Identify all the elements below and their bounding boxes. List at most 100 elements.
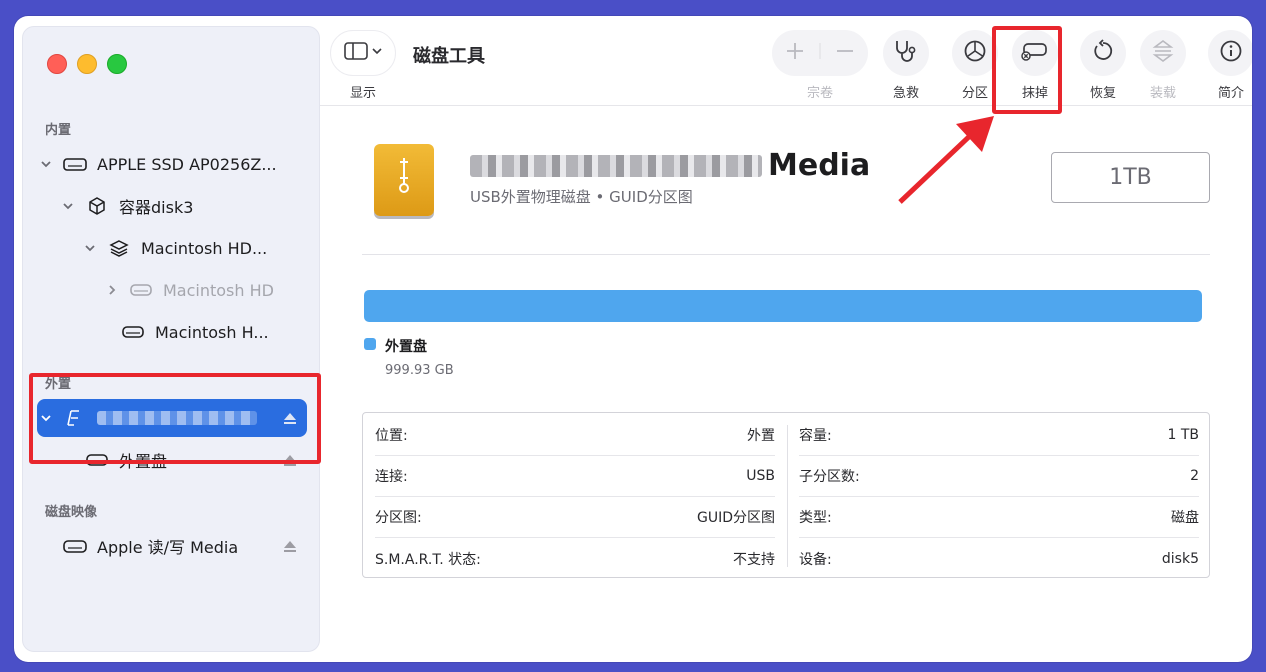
sidebar-item-macintosh-hd-data[interactable]: Macintosh H... [121,313,307,351]
toolbar-label: 分区 [961,86,988,101]
sidebar-item-label: Macintosh HD [163,280,274,300]
chevron-down-icon[interactable] [81,239,99,257]
sidebar-item-label: Macintosh H... [155,322,269,342]
info-value: USB [746,468,775,484]
container-icon [85,196,109,216]
app-title: 磁盘工具 [413,46,485,67]
toolbar-label: 抹掉 [1021,86,1048,101]
sidebar-item-macintosh-hd[interactable]: Macintosh HD [103,271,307,309]
erase-button[interactable] [1012,30,1058,76]
erase-disk-icon [1020,40,1050,66]
toolbar-label: 简介 [1217,86,1244,101]
info-value: disk5 [1161,550,1199,567]
divider [362,254,1210,255]
sidebar-item-container-disk3[interactable]: 容器disk3 [59,187,307,225]
info-value: GUID分区图 [696,510,775,526]
mount-icon [1151,38,1175,68]
stethoscope-icon [893,38,919,68]
eject-icon[interactable] [283,540,297,552]
layers-icon [107,238,131,258]
window-controls [47,54,127,74]
drive-title: Media [470,148,870,183]
legend-volume-size: 999.93 GB [385,363,454,378]
info-key: 子分区数: [799,469,860,485]
info-row: 设备: disk5 [799,538,1199,579]
section-disk-images: 磁盘映像 [45,505,98,520]
plus-minus-icon [785,41,855,65]
info-column-right: 容量: 1 TB 子分区数: 2 类型: 磁盘 设备: disk5 [787,413,1211,579]
info-value: 不支持 [733,551,775,568]
info-key: 连接: [375,469,408,485]
info-key: 位置: [375,428,408,444]
sidebar-item-label: Macintosh HD... [141,238,268,258]
info-key: 容量: [799,428,832,444]
restore-button[interactable] [1080,30,1126,76]
disk-icon [121,322,145,342]
disk-icon [129,280,153,300]
info-value: 2 [1190,468,1199,484]
sidebar-toggle-button[interactable] [330,30,396,76]
info-row: 分区图: GUID分区图 [375,497,775,538]
disk-utility-window: 内置 APPLE SSD AP0256Z... 容器disk3 Macintos… [14,16,1252,662]
disk-image-icon [63,536,87,556]
chevron-down-icon[interactable] [59,197,77,215]
drive-title-suffix: Media [768,148,871,183]
info-value: 外置 [747,428,775,444]
toolbar-label: 装载 [1149,86,1176,101]
internal-disk-icon [63,154,87,174]
sidebar-item-label: Apple 读/写 Media [97,538,239,557]
toolbar-label: 宗卷 [806,86,833,101]
info-row: 连接: USB [375,456,775,497]
sidebar-item-apple-rw-media[interactable]: Apple 读/写 Media [37,527,307,565]
sidebar-item-usb-disk-selected[interactable] [37,399,307,437]
usage-bar [364,290,1202,322]
maximize-window-button[interactable] [107,54,127,74]
sidebar-item-external-volume[interactable]: 外置盘 [59,441,307,479]
sidebar-icon [343,41,383,65]
chevron-right-icon[interactable] [103,281,121,299]
sidebar-item-apple-ssd[interactable]: APPLE SSD AP0256Z... [37,145,307,183]
view-label: 显示 [349,86,376,101]
pie-chart-icon [963,39,987,67]
info-column-left: 位置: 外置 连接: USB 分区图: GUID分区图 S.M.A.R.T. 状态: 不… [363,413,787,579]
volume-add-remove-button[interactable] [772,30,868,76]
legend-volume-name: 外置盘 [385,339,427,355]
sidebar-item-label: 容器disk3 [119,198,194,217]
sidebar-item-macintosh-hd-volume-group[interactable]: Macintosh HD... [81,229,307,267]
usb-disk-icon [63,408,87,428]
capacity-badge: 1TB [1051,152,1210,203]
info-value: 磁盘 [1171,510,1199,526]
toolbar-label: 恢复 [1089,86,1116,101]
disk-info-table: 位置: 外置 连接: USB 分区图: GUID分区图 S.M.A.R.T. 状态: 不… [362,412,1210,578]
info-icon [1219,39,1243,67]
disk-icon [85,450,109,470]
info-row: 位置: 外置 [375,415,775,456]
legend-swatch [364,338,376,350]
info-button[interactable] [1208,30,1252,76]
first-aid-button[interactable] [883,30,929,76]
info-row: 类型: 磁盘 [799,497,1199,538]
partition-button[interactable] [952,30,998,76]
restore-icon [1091,39,1115,67]
info-key: 设备: [799,551,832,568]
annotation-arrow-icon [898,116,994,204]
eject-icon[interactable] [283,412,297,424]
chevron-down-icon[interactable] [37,155,55,173]
chevron-down-icon[interactable] [37,409,55,427]
redacted-disk-name [97,411,257,425]
info-key: S.M.A.R.T. 状态: [375,551,481,568]
minimize-window-button[interactable] [77,54,97,74]
info-row: 容量: 1 TB [799,415,1199,456]
eject-icon[interactable] [283,454,297,466]
toolbar-label: 急救 [892,86,919,101]
sidebar-item-label: APPLE SSD AP0256Z... [97,154,277,174]
info-key: 类型: [799,510,832,526]
close-window-button[interactable] [47,54,67,74]
section-internal: 内置 [45,123,72,138]
toolbar: 显示 磁盘工具 宗卷 急救 分区 抹掉 恢复 装载 简介 [320,16,1252,106]
mount-button[interactable] [1140,30,1186,76]
sidebar: 内置 APPLE SSD AP0256Z... 容器disk3 Macintos… [22,26,320,652]
section-external: 外置 [45,377,72,392]
